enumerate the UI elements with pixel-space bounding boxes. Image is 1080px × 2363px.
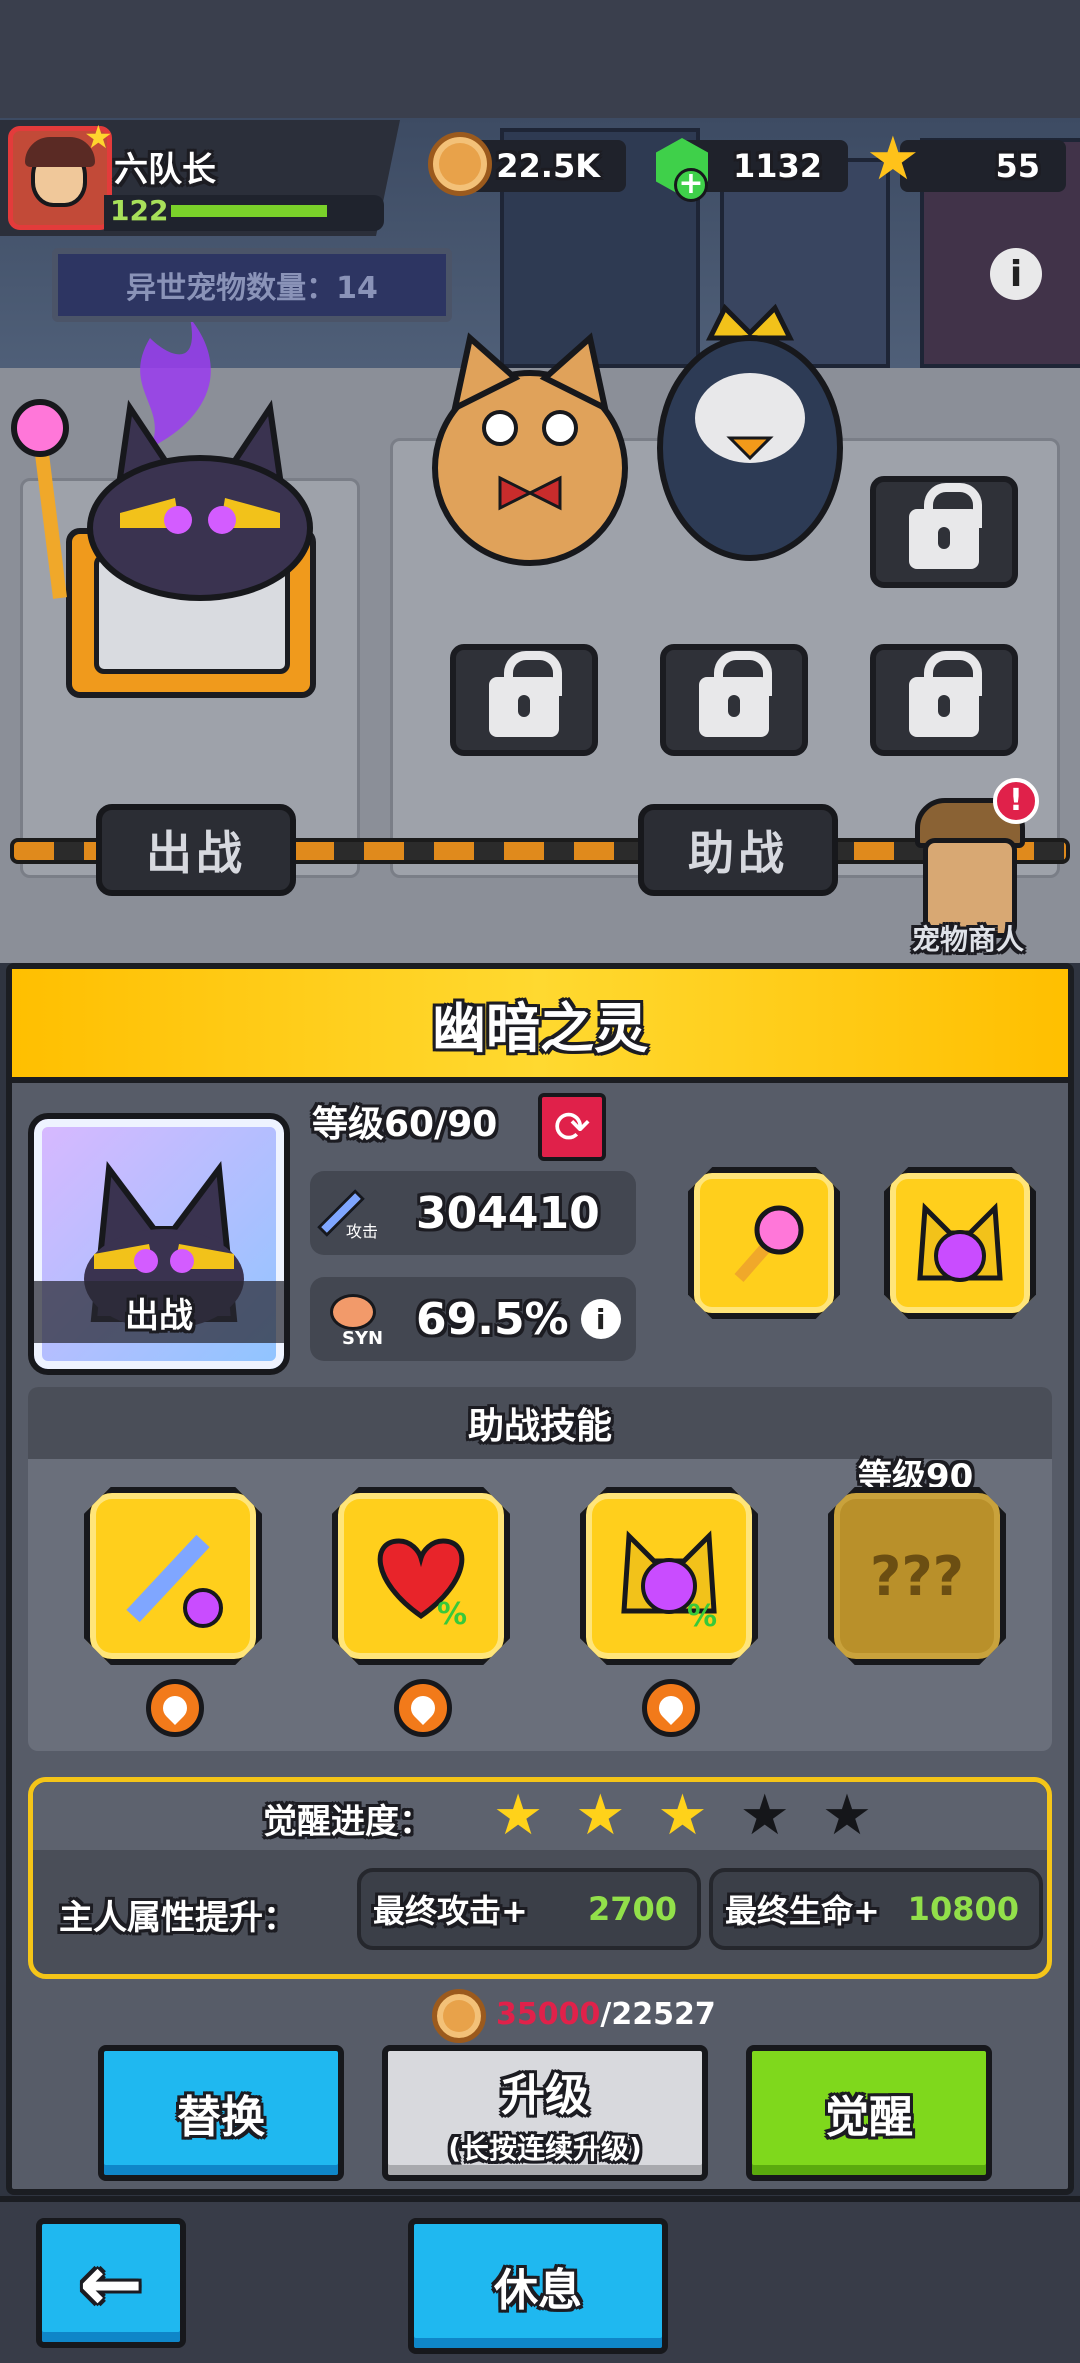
awaken-progress-label: 觉醒进度： bbox=[263, 1802, 433, 1842]
skill-attack[interactable] bbox=[84, 1487, 262, 1665]
pet-name-banner: 幽暗之灵 bbox=[12, 969, 1068, 1083]
coin-icon bbox=[428, 132, 492, 196]
heart-icon: % bbox=[377, 1538, 467, 1632]
pet-detail-panel: 幽暗之灵 出战 等级60/90 ⟳ 攻击 304410 SYN 69.5% i bbox=[6, 963, 1074, 2195]
active-pet-sprite[interactable] bbox=[0, 298, 330, 618]
merchant-label: 宠物商人 bbox=[912, 923, 1025, 956]
awaken-progress-row: 觉醒进度： ★ ★ ★ ★ ★ bbox=[33, 1782, 1047, 1850]
rest-label: 休息 bbox=[494, 2265, 582, 2316]
skill-upgrade-button[interactable] bbox=[642, 1679, 700, 1737]
locked-slot[interactable] bbox=[450, 644, 598, 756]
info-icon[interactable]: i bbox=[990, 248, 1042, 300]
rest-button[interactable]: 休息 bbox=[408, 2218, 668, 2354]
battle-sign: 出战 bbox=[96, 804, 296, 896]
skill-health[interactable]: % bbox=[332, 1487, 510, 1665]
lock-icon bbox=[699, 651, 772, 737]
skill-cat[interactable]: % bbox=[580, 1487, 758, 1665]
awaken-label: 觉醒 bbox=[825, 2092, 913, 2143]
star-empty-icon: ★ bbox=[739, 1783, 790, 1848]
coin-icon bbox=[432, 1989, 486, 2043]
star-counter[interactable]: 55 bbox=[900, 140, 1066, 192]
upgrade-cost: 35000/22527 bbox=[496, 1997, 716, 2032]
skill-upgrade-button[interactable] bbox=[146, 1679, 204, 1737]
attack-label: 攻击 bbox=[346, 1222, 379, 1241]
pet-state-label: 出战 bbox=[34, 1281, 284, 1343]
assist-sign: 助战 bbox=[638, 804, 838, 896]
star-filled-icon: ★ bbox=[493, 1783, 544, 1848]
assist-pet-penguin-sprite[interactable] bbox=[640, 298, 860, 578]
back-button[interactable]: ← bbox=[36, 2218, 186, 2348]
replace-button[interactable]: 替换 bbox=[98, 2045, 344, 2181]
final-hp-value: 10800 bbox=[907, 1890, 1019, 1928]
attack-value: 304410 bbox=[416, 1187, 600, 1239]
attack-stat: 攻击 304410 bbox=[310, 1171, 636, 1255]
sword-cat-icon bbox=[126, 1534, 223, 1628]
equipment-cat-slot[interactable] bbox=[884, 1167, 1036, 1319]
info-icon[interactable]: i bbox=[580, 1299, 621, 1339]
locked-slot[interactable] bbox=[870, 476, 1018, 588]
skill-locked[interactable]: ??? bbox=[828, 1487, 1006, 1665]
svg-text:%: % bbox=[437, 1597, 467, 1632]
synergy-stat: SYN 69.5% i bbox=[310, 1277, 636, 1361]
alert-badge-icon: ! bbox=[993, 778, 1039, 824]
lock-icon bbox=[909, 651, 982, 737]
staff-icon bbox=[734, 1205, 804, 1282]
assist-skills-section: 助战技能 % % 等级90 ??? bbox=[28, 1387, 1052, 1751]
cost-owned: /22527 bbox=[600, 1997, 716, 2032]
sword-icon: 攻击 bbox=[316, 1178, 396, 1248]
locked-skill-text: ??? bbox=[870, 1544, 964, 1608]
lock-icon bbox=[909, 483, 982, 569]
final-attack-label: 最终攻击+ bbox=[373, 1892, 528, 1930]
paw-icon: SYN bbox=[316, 1284, 396, 1354]
player-name: 六队长 bbox=[114, 150, 216, 190]
owner-bonus-label: 主人属性提升： bbox=[59, 1898, 297, 1938]
synergy-value: 69.5% bbox=[416, 1293, 569, 1345]
final-hp-label: 最终生命+ bbox=[725, 1892, 880, 1930]
vip-star-icon: ★ bbox=[84, 118, 113, 156]
skill-upgrade-button[interactable] bbox=[394, 1679, 452, 1737]
upgrade-hint: (长按连续升级) bbox=[448, 2132, 642, 2165]
locked-slot[interactable] bbox=[660, 644, 808, 756]
lock-icon bbox=[489, 651, 562, 737]
locked-slot[interactable] bbox=[870, 644, 1018, 756]
player-level: 122 bbox=[110, 194, 169, 227]
pet-portrait-card[interactable]: 出战 bbox=[28, 1113, 290, 1375]
upgrade-label: 升级 bbox=[501, 2070, 589, 2121]
pet-scene: 出战 助战 ! 宠物商人 bbox=[0, 118, 1080, 963]
upgrade-button[interactable]: 升级 (长按连续升级) bbox=[382, 2045, 708, 2181]
star-amount: 55 bbox=[995, 147, 1040, 185]
pet-level: 等级60/90 bbox=[312, 1104, 498, 1145]
pet-count-board: 异世宠物数量：14 bbox=[52, 248, 452, 322]
cat-face-icon bbox=[917, 1202, 1003, 1282]
syn-label: SYN bbox=[342, 1328, 384, 1349]
star-empty-icon: ★ bbox=[821, 1783, 873, 1848]
final-attack-bonus: 最终攻击+ 2700 bbox=[357, 1868, 701, 1950]
awaken-stars: ★ ★ ★ ★ ★ bbox=[493, 1788, 872, 1844]
back-arrow-icon: ← bbox=[79, 2238, 143, 2328]
svg-text:%: % bbox=[687, 1599, 717, 1634]
cost-required: 35000 bbox=[496, 1997, 601, 2032]
assist-pet-cat-sprite[interactable] bbox=[420, 318, 640, 578]
star-filled-icon: ★ bbox=[657, 1783, 708, 1848]
star-currency-icon: ★ bbox=[866, 124, 920, 194]
equipment-staff-slot[interactable] bbox=[688, 1167, 840, 1319]
refresh-icon[interactable]: ⟳ bbox=[538, 1093, 606, 1161]
add-gem-icon[interactable]: + bbox=[674, 168, 708, 202]
xp-progress bbox=[168, 202, 330, 220]
star-filled-icon: ★ bbox=[575, 1783, 626, 1848]
status-bar bbox=[0, 0, 1080, 118]
awaken-section: 觉醒进度： ★ ★ ★ ★ ★ 主人属性提升： 最终攻击+ 2700 最终生命+ 108… bbox=[28, 1777, 1052, 1979]
bottom-bar: ← 休息 bbox=[0, 2196, 1080, 2363]
final-hp-bonus: 最终生命+ 10800 bbox=[709, 1868, 1043, 1950]
gem-amount: 1132 bbox=[732, 147, 822, 185]
cat-percent-icon: % bbox=[621, 1530, 717, 1634]
coin-amount: 22.5K bbox=[496, 147, 600, 185]
replace-label: 替换 bbox=[177, 2092, 265, 2143]
awaken-button[interactable]: 觉醒 bbox=[746, 2045, 992, 2181]
final-attack-value: 2700 bbox=[587, 1890, 677, 1928]
